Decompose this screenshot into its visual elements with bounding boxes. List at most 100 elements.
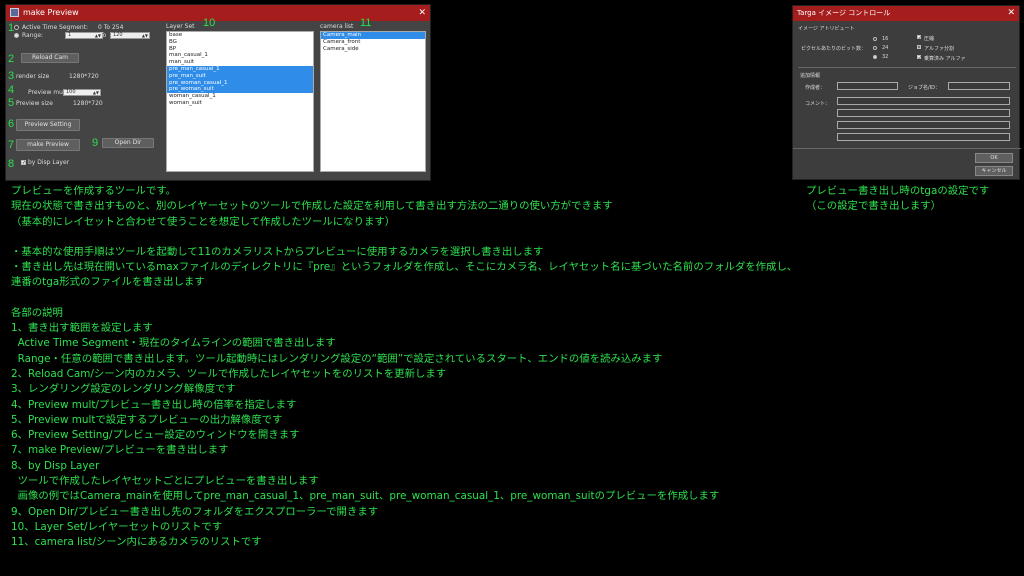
active-segment-label: Active Time Segment: [22, 24, 89, 31]
premult-alpha-label: 乗算済み アルファ [924, 56, 966, 62]
layer-set-item[interactable]: BG [167, 39, 313, 46]
make-preview-window: make Preview ✕ 1 2 3 4 5 6 7 8 9 10 11 A… [5, 4, 431, 181]
callout-6: 6 [8, 118, 15, 130]
compress-label: 圧縮 [924, 36, 935, 42]
callout-7: 7 [8, 139, 15, 151]
description-line [11, 230, 797, 245]
targa-description: プレビュー書き出し時のtgaの設定です （この設定で書き出します） [806, 184, 989, 214]
callout-5: 5 [8, 97, 15, 109]
description-line: ツールで作成したレイヤセットごとにプレビューを書き出します [11, 475, 319, 488]
premult-alpha-checkbox[interactable]: ✓ [917, 55, 921, 60]
description-line: 連番のtga形式のファイルを書き出します [11, 276, 205, 289]
callout-10: 10 [203, 17, 216, 29]
image-attr-label: イメージ アトリビュート [798, 26, 855, 32]
range-to-input[interactable]: 120 ▲▼ [110, 32, 150, 39]
spinner-arrows-icon[interactable]: ▲▼ [142, 33, 148, 38]
layer-set-item[interactable]: man_suit [167, 59, 313, 66]
camera-item[interactable]: Camera_side [321, 46, 425, 53]
app-icon [10, 8, 19, 17]
by-disp-layer-checkbox[interactable]: ✓ [21, 160, 26, 166]
comment-input-4[interactable] [837, 133, 1010, 141]
description-line: ・書き出し先は現在開いているmaxファイルのディレクトリに『pre』というフォル… [11, 261, 798, 274]
callout-2: 2 [8, 53, 15, 65]
camera-item[interactable]: Camera_front [321, 39, 425, 46]
cancel-button[interactable]: キャンセル [975, 166, 1013, 176]
bits-32-label: 32 [882, 54, 889, 60]
targa-description-line: （この設定で書き出します） [806, 200, 942, 212]
description-line: 現在の状態で書き出すものと、別のレイヤーセットのツールで作成した設定を利用して書… [11, 200, 613, 213]
compress-checkbox[interactable]: ✓ [917, 35, 921, 40]
preview-mult-value: 100 [66, 89, 76, 95]
layer-set-label: Layer Set [166, 23, 195, 30]
description-line: 9、Open Dir/プレビュー書き出し先のフォルダをエクスプローラーで開きます [11, 505, 379, 518]
job-name-input[interactable] [948, 82, 1010, 90]
preview-mult-input[interactable]: 100 ▲▼ [63, 89, 101, 96]
by-disp-layer-label: by Disp Layer [28, 159, 70, 166]
layer-set-item[interactable]: BP [167, 46, 313, 53]
range-to-label: To [100, 32, 107, 39]
camera-list-label: camera list [320, 23, 354, 30]
targa-description-line: プレビュー書き出し時のtgaの設定です [806, 185, 990, 197]
range-to-value: 120 [113, 32, 123, 38]
layer-set-item[interactable]: woman_suit [167, 100, 313, 107]
description-line: プレビューを作成するツールです。 [11, 185, 177, 197]
render-size-label: render size [16, 73, 50, 80]
comment-input-3[interactable] [837, 121, 1010, 129]
description-line: 6、Preview Setting/プレビュー設定のウィンドウを開きます [11, 429, 300, 442]
layer-set-item[interactable]: base [167, 32, 313, 39]
description-line: 11、camera list/シーン内にあるカメラのリストです [11, 536, 262, 549]
callout-4: 4 [8, 84, 15, 96]
layer-set-list[interactable]: base BG BP man_casual_1 man_suit pre_man_casu… [166, 31, 314, 172]
alpha-split-checkbox[interactable] [917, 45, 921, 49]
layer-set-item[interactable]: pre_woman_suit [167, 86, 313, 94]
active-segment-radio[interactable] [14, 25, 19, 30]
camera-item[interactable]: Camera_main [321, 32, 425, 39]
bits-16-radio[interactable] [873, 37, 877, 41]
extra-info-label: 追加情報 [800, 73, 821, 79]
render-size-value: 1280*720 [69, 73, 99, 80]
open-dir-button[interactable]: Open Dir [102, 138, 154, 148]
bits-24-radio[interactable] [873, 46, 877, 50]
ok-button[interactable]: OK [975, 153, 1013, 163]
author-label: 作成者： [805, 85, 826, 91]
preview-setting-button[interactable]: Preview Setting [16, 119, 80, 131]
comment-label: コメント： [805, 101, 831, 107]
layer-set-item[interactable]: pre_man_suit [167, 72, 313, 80]
targa-title: Targa イメージ コントロール [797, 9, 891, 17]
range-label: Range: [22, 32, 44, 39]
preview-size-value: 1280*720 [73, 100, 103, 107]
callout-8: 8 [8, 158, 15, 170]
range-from-input[interactable]: 1 ▲▼ [65, 32, 103, 39]
layer-set-item[interactable]: man_casual_1 [167, 52, 313, 59]
preview-size-label: Preview size [16, 100, 53, 107]
main-description: プレビューを作成するツールです。現在の状態で書き出すものと、別のレイヤーセットの… [11, 184, 797, 551]
window-title: make Preview [23, 8, 79, 17]
bits-24-label: 24 [882, 45, 889, 51]
close-icon[interactable]: ✕ [418, 5, 426, 21]
layer-set-item[interactable]: pre_man_casual_1 [167, 65, 313, 73]
description-line: 7、make Preview/プレビューを書き出します [11, 444, 229, 457]
spinner-arrows-icon[interactable]: ▲▼ [93, 90, 99, 95]
bits-32-radio[interactable] [873, 55, 877, 59]
close-icon[interactable]: ✕ [1007, 6, 1015, 21]
author-input[interactable] [837, 82, 898, 90]
comment-input-1[interactable] [837, 97, 1010, 105]
make-preview-button[interactable]: make Preview [16, 139, 80, 151]
range-radio[interactable] [14, 33, 19, 38]
layer-set-item[interactable]: pre_woman_casual_1 [167, 79, 313, 87]
reload-cam-button[interactable]: Reload Cam [21, 53, 79, 63]
targa-titlebar[interactable]: Targa イメージ コントロール ✕ [793, 6, 1019, 21]
description-line: 1、書き出す範囲を設定します [11, 322, 153, 335]
layer-set-item[interactable]: woman_casual_1 [167, 93, 313, 100]
callout-9: 9 [92, 137, 99, 149]
description-line: 3、レンダリング設定のレンダリング解像度です [11, 383, 236, 396]
description-line: ・基本的な使用手順はツールを起動して11のカメラリストからプレビューに使用するカ… [11, 245, 544, 258]
preview-mult-label: Preview mult [28, 89, 67, 96]
range-from-value: 1 [68, 32, 72, 38]
callout-11: 11 [360, 17, 372, 29]
camera-list[interactable]: Camera_main Camera_front Camera_side [320, 31, 426, 172]
alpha-split-label: アルファ分割 [924, 46, 954, 52]
description-line: Range・任意の範囲で書き出します。ツール起動時にはレンダリング設定の“範囲”… [11, 352, 663, 365]
description-line: Active Time Segment・現在のタイムラインの範囲で書き出します [11, 337, 336, 350]
comment-input-2[interactable] [837, 109, 1010, 117]
